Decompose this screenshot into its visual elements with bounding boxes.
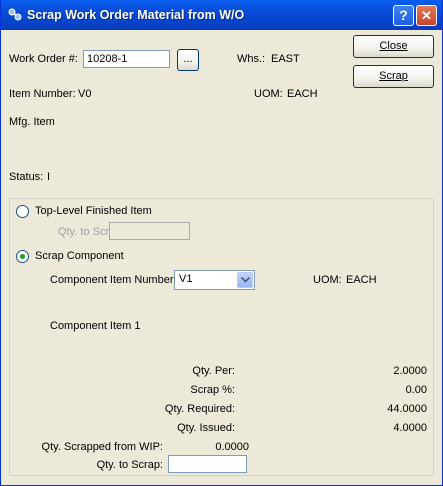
scrap-component-radio[interactable] [16,250,29,263]
qty-issued-value: 4.0000 [393,422,427,434]
top-level-radio[interactable] [16,205,29,218]
close-window-button[interactable]: ✕ [416,5,437,26]
help-button[interactable]: ? [393,5,414,26]
top-level-qty-input[interactable] [109,222,190,240]
whs-value: EAST [271,53,300,65]
scrap-button-label: Scrap [379,70,408,82]
component-description: Component Item 1 [50,320,141,332]
component-item-select-value: V1 [179,273,193,285]
app-icon [7,7,23,23]
qty-per-label: Qty. Per: [192,365,235,377]
item-number-label: Item Number: [9,88,76,100]
close-button-label: Close [379,40,408,52]
work-order-lookup-button[interactable]: ... [177,49,199,71]
qty-required-label: Qty. Required: [164,403,235,415]
radio-selected-dot [20,254,25,259]
qty-scrapped-wip-value: 0.0000 [215,441,249,453]
item-description: Mfg. Item [9,116,55,128]
component-qty-to-scrap-label: Qty. to Scrap: [96,459,163,471]
component-uom-value: EACH [346,274,377,286]
scrap-pct-value: 0.00 [405,384,427,396]
component-item-number-label: Component Item Number: [50,274,177,286]
status-label: Status: [9,171,44,183]
component-qty-to-scrap-input[interactable] [168,455,247,473]
scrap-work-order-dialog: Scrap Work Order Material from W/O ? ✕ W… [0,0,443,486]
window-title: Scrap Work Order Material from W/O [27,8,245,22]
status-value: I [47,171,51,183]
component-uom-label: UOM: [313,274,342,286]
qty-per-value: 2.0000 [393,365,427,377]
top-level-label[interactable]: Top-Level Finished Item [35,205,152,217]
title-bar[interactable]: Scrap Work Order Material from W/O ? ✕ [1,0,442,30]
component-item-select[interactable]: V1 [174,270,255,290]
uom-label: UOM: [254,88,283,100]
close-button[interactable]: Close [353,35,434,58]
item-number-value: V0 [78,88,92,100]
uom-value: EACH [287,88,318,100]
scrap-pct-label: Scrap %: [190,384,235,396]
work-order-label: Work Order #: [9,53,78,65]
qty-issued-label: Qty. Issued: [177,422,235,434]
qty-scrapped-wip-label: Qty. Scrapped from WIP: [41,441,163,453]
whs-label: Whs.: [237,53,266,65]
work-order-input[interactable]: 10208-1 [83,50,170,68]
qty-required-value: 44.0000 [387,403,427,415]
chevron-down-icon[interactable] [237,272,253,288]
scrap-component-label[interactable]: Scrap Component [35,250,124,262]
scrap-button[interactable]: Scrap [353,65,434,88]
scrap-options-group [9,198,434,476]
